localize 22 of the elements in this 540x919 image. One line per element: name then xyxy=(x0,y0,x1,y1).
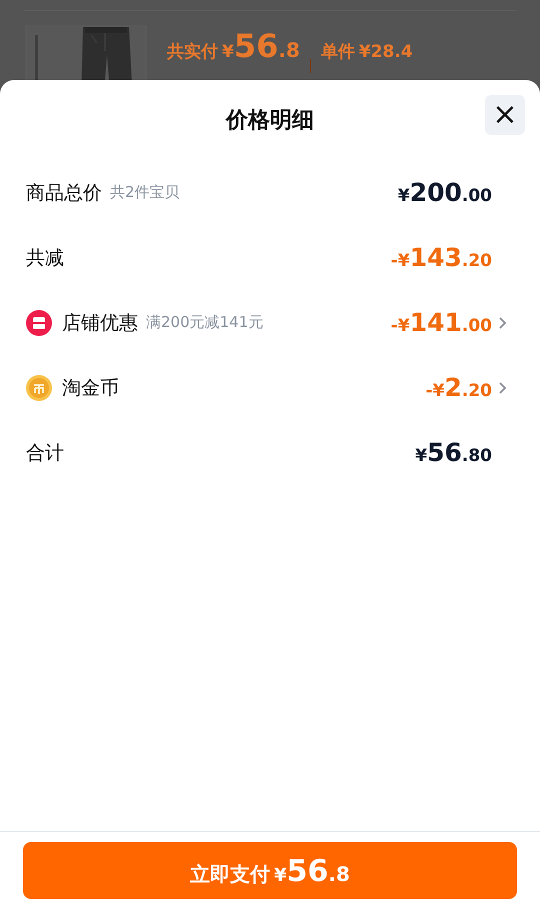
price-amount: ¥200.00 xyxy=(398,178,492,207)
discount-amount: -¥143.20 xyxy=(390,243,492,272)
store-icon xyxy=(26,310,52,336)
paid-price: ¥56.8 xyxy=(222,27,300,65)
row-label: 商品总价 xyxy=(26,180,102,206)
discount-amount: -¥141.00 xyxy=(390,308,492,337)
price-amount: ¥56.80 xyxy=(415,438,492,467)
row-label: 淘金币 xyxy=(62,376,119,400)
row-label: 店铺优惠 xyxy=(62,310,138,336)
chevron-icon[interactable] xyxy=(498,380,508,394)
unit-label: 单件 xyxy=(320,41,355,63)
unit-price: ¥28.4 xyxy=(358,42,413,62)
paid-label: 共实付 xyxy=(167,41,218,63)
row-label: 合计 xyxy=(26,440,64,466)
close-button[interactable]: × xyxy=(485,95,525,135)
row-label: 共减 xyxy=(26,246,64,270)
discount-amount: -¥2.20 xyxy=(426,373,492,402)
chevron-icon[interactable] xyxy=(498,316,508,330)
coin-icon xyxy=(26,374,52,400)
sheet-title: 价格明细 xyxy=(226,107,314,135)
row-note: 满200元减141元 xyxy=(146,313,264,332)
row-note: 共2件宝贝 xyxy=(110,183,180,202)
